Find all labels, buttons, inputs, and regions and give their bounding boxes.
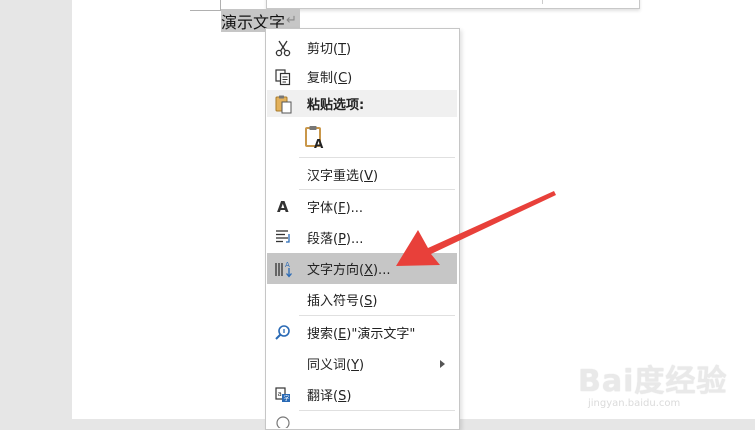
watermark-logo-text: Bai度经验 bbox=[578, 364, 728, 399]
baidu-jingyan-watermark: Bai度经验 jingyan.baidu.com bbox=[578, 350, 748, 416]
watermark-url: jingyan.baidu.com bbox=[588, 398, 681, 409]
